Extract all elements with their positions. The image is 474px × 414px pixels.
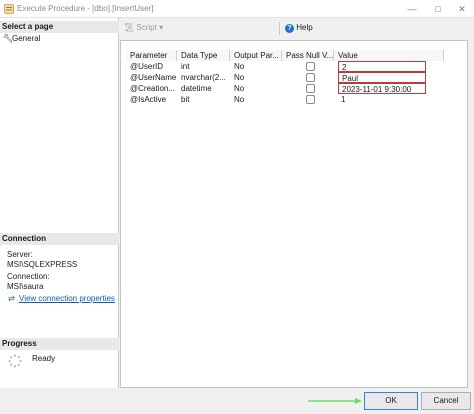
col-header-output: Output Par... [230,50,282,61]
output-cell: No [234,62,245,71]
value-input[interactable]: Paul [338,72,426,83]
parameter-cell: @IsActive [130,95,167,104]
script-icon: 📜︎ [124,23,135,32]
script-button[interactable]: 📜︎ Script ▾ [124,23,163,32]
output-cell: No [234,84,245,93]
connection-header: Connection [0,233,119,245]
toolbar-separator [279,22,280,35]
progress-spinner-icon [8,354,22,368]
pass-null-checkbox[interactable] [306,62,315,71]
col-header-data-type: Data Type [177,50,230,61]
ok-button[interactable]: OK [364,392,418,410]
maximize-button[interactable]: □ [427,1,449,17]
server-label: Server: [7,250,33,259]
progress-status: Ready [32,354,56,363]
help-label: Help [296,23,313,32]
arrow-right-icon [308,398,362,404]
window-title: Execute Procedure - [dbo].[InsertUser] [17,4,154,13]
pass-null-checkbox[interactable] [306,73,315,82]
chevron-down-icon: ▾ [159,23,164,32]
page-item-general[interactable]: 🔧︎General [3,34,40,43]
col-header-pass-null: Pass Null V... [282,50,334,61]
data-type-cell: int [181,62,190,71]
parameter-cell: @UserID [130,62,164,71]
data-type-cell: nvarchar(2... [181,73,226,82]
data-type-cell: datetime [181,84,212,93]
sql-server-app-icon [4,4,14,14]
connection-properties-icon: ⇄ [8,294,15,303]
view-connection-properties-link[interactable]: ⇄ View connection properties [8,294,115,303]
table-row: @UserID int No 2 [126,61,444,72]
wrench-icon: 🔧︎ [3,34,14,43]
grid-header: Parameter Data Type Output Par... Pass N… [126,50,444,61]
server-value: MSI\SQLEXPRESS [7,260,78,269]
parameter-grid: Parameter Data Type Output Par... Pass N… [120,40,468,388]
minimize-button[interactable]: — [401,1,423,17]
page-item-label: General [12,34,41,43]
value-input[interactable]: 1 [338,94,426,105]
connection-label: Connection: [7,272,50,281]
parameter-cell: @UserName [130,73,177,82]
col-header-value: Value [334,50,444,61]
value-input[interactable]: 2 [338,61,426,72]
title-bar: Execute Procedure - [dbo].[InsertUser] —… [0,0,474,18]
select-page-header: Select a page [0,21,119,33]
table-row: @Creation... datetime No 2023-11-01 9:30… [126,83,444,94]
toolbar: 📜︎ Script ▾ ? Help [120,18,474,38]
help-icon: ? [285,24,294,33]
output-cell: No [234,95,245,104]
close-button[interactable]: ✕ [451,1,473,17]
pass-null-checkbox[interactable] [306,84,315,93]
script-label: Script [136,23,157,32]
connection-value: MSI\saura [7,282,44,291]
cancel-button[interactable]: Cancel [421,392,471,410]
help-button[interactable]: ? Help [285,23,313,33]
value-input[interactable]: 2023-11-01 9:30:00 [338,83,426,94]
progress-header: Progress [0,338,119,350]
output-cell: No [234,73,245,82]
view-connection-properties-label: View connection properties [19,294,115,303]
pass-null-checkbox[interactable] [306,95,315,104]
table-row: @UserName nvarchar(2... No Paul [126,72,444,83]
col-header-parameter: Parameter [126,50,177,61]
dialog-button-bar: OK Cancel [0,388,474,414]
left-pane: Select a page 🔧︎General Connection Serve… [0,18,119,388]
parameter-cell: @Creation... [130,84,176,93]
table-row: @IsActive bit No 1 [126,94,444,105]
data-type-cell: bit [181,95,190,104]
